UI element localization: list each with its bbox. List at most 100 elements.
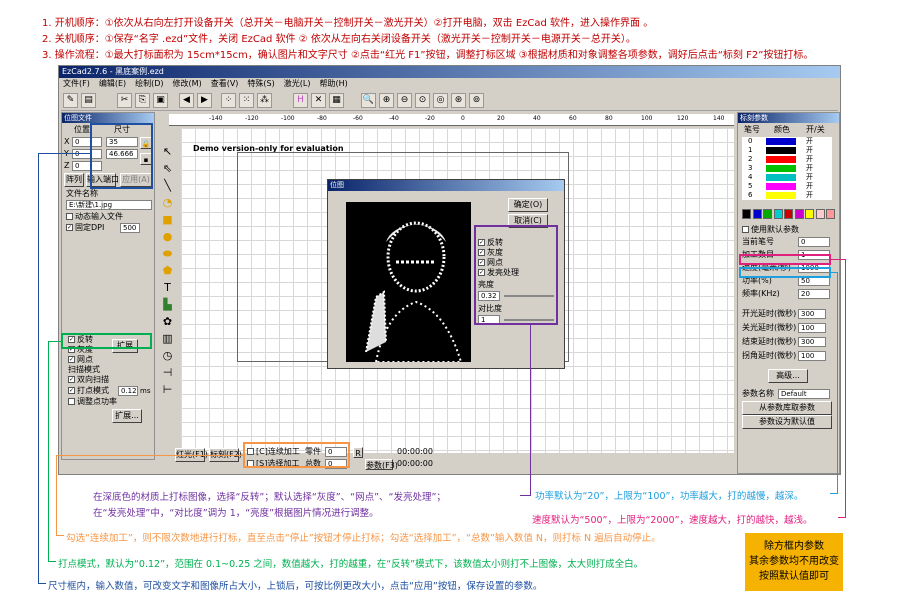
barcode-icon[interactable]: ▥: [160, 331, 175, 346]
dither-check[interactable]: ✓ 网点: [68, 355, 93, 365]
menu-0[interactable]: 文件(F): [63, 79, 90, 88]
grid-icon[interactable]: ⁂: [257, 93, 272, 108]
advanced-button[interactable]: 高级...: [768, 369, 808, 383]
zoom-all-icon[interactable]: ◎: [433, 93, 448, 108]
menu-7[interactable]: 帮助(H): [319, 79, 347, 88]
speed-callout: 速度默认为“500”，上限为“2000”，速度越大，打的越快，越浅。: [532, 515, 813, 526]
timer-icon[interactable]: ◷: [160, 348, 175, 363]
power-callout: 功率默认为“20”，上限为“100”，功率越大，打的越慢，越深。: [535, 491, 804, 502]
palette-swatch[interactable]: [773, 209, 783, 219]
pen-row[interactable]: 0开: [742, 137, 832, 146]
zoom-fit-icon[interactable]: ⊙: [415, 93, 430, 108]
nav-forward-icon[interactable]: ▶: [197, 93, 212, 108]
zoom-icon[interactable]: 🔍: [361, 93, 376, 108]
pen-row[interactable]: 2开: [742, 155, 832, 164]
paste-icon[interactable]: ▣: [153, 93, 168, 108]
text-icon[interactable]: T: [160, 280, 175, 295]
copy-icon[interactable]: ⎘: [135, 93, 150, 108]
off-delay-input[interactable]: 100: [798, 323, 826, 333]
zoom-in-icon[interactable]: ⊕: [379, 93, 394, 108]
pen-row[interactable]: 6开: [742, 191, 832, 200]
palette-swatch[interactable]: [784, 209, 793, 219]
palette-swatch[interactable]: [794, 209, 804, 219]
input-icon[interactable]: ⊣: [160, 365, 175, 380]
menu-1[interactable]: 编辑(E): [99, 79, 126, 88]
array-tab[interactable]: 阵列: [64, 173, 84, 187]
dot-value-input[interactable]: 0.12: [118, 386, 138, 396]
dot-mode-check[interactable]: ✓ 打点模式: [68, 386, 109, 396]
pen-row[interactable]: 4开: [742, 173, 832, 182]
zoom-page-icon[interactable]: ⊚: [469, 93, 484, 108]
palette-swatch[interactable]: [815, 209, 825, 219]
set-default-button[interactable]: 参数设为默认值: [742, 415, 832, 429]
calc-icon[interactable]: ▦: [329, 93, 344, 108]
pen-state: 开: [806, 164, 813, 172]
color-palette[interactable]: [742, 209, 836, 221]
menu-5[interactable]: 特殊(S): [247, 79, 274, 88]
size-connector-bot: [38, 583, 46, 584]
dpi-input[interactable]: 500: [120, 223, 140, 233]
select-icon[interactable]: ⁘: [221, 93, 236, 108]
output-icon[interactable]: ⊢: [160, 382, 175, 397]
tool-icon[interactable]: ✕: [311, 93, 326, 108]
rect-icon[interactable]: ■: [160, 212, 175, 227]
cut-icon[interactable]: ✂: [117, 93, 132, 108]
ruler-mark: -60: [353, 115, 363, 122]
menu-4[interactable]: 查看(V): [211, 79, 239, 88]
pen-no: 6: [748, 191, 753, 199]
curve-icon[interactable]: ◔: [160, 195, 175, 210]
circle-icon[interactable]: ●: [160, 229, 175, 244]
vector-icon[interactable]: ✿: [160, 314, 175, 329]
param-name-input[interactable]: Default: [778, 389, 830, 399]
palette-swatch[interactable]: [752, 209, 762, 219]
pen-row[interactable]: 1开: [742, 146, 832, 155]
line-icon[interactable]: ╲: [160, 178, 175, 193]
color-col: 颜色: [774, 125, 790, 134]
ruler-mark: -120: [245, 115, 259, 122]
zoom-sel-icon[interactable]: ⊛: [451, 93, 466, 108]
bitmap-icon[interactable]: ▙: [160, 297, 175, 312]
node-edit-icon[interactable]: ⇖: [160, 161, 175, 176]
param-button[interactable]: 参数(F3): [365, 459, 398, 470]
from-lib-button[interactable]: 从参数库取参数: [742, 401, 832, 415]
zoom-out-icon[interactable]: ⊖: [397, 93, 412, 108]
menu-6[interactable]: 激光(L): [284, 79, 311, 88]
palette-swatch[interactable]: [742, 209, 751, 219]
file-path-field[interactable]: E:\新建\1.jpg: [66, 200, 152, 210]
bidir-check[interactable]: ✓ 双向扫描: [68, 375, 109, 385]
ellipse-icon[interactable]: ⬬: [160, 246, 175, 261]
pen-list[interactable]: 0开1开2开3开4开5开6开: [742, 137, 832, 200]
pointer-icon[interactable]: ↖: [160, 144, 175, 159]
palette-swatch[interactable]: [763, 209, 772, 219]
palette-swatch[interactable]: [826, 209, 835, 219]
dynamic-input-check[interactable]: 动态输入文件: [66, 212, 123, 222]
pen-color: [766, 192, 796, 199]
on-delay-input[interactable]: 300: [798, 309, 826, 319]
nav-back-icon[interactable]: ◀: [179, 93, 194, 108]
size-connector-top: [38, 153, 90, 154]
freq-input[interactable]: 20: [798, 289, 830, 299]
menu-3[interactable]: 修改(M): [173, 79, 202, 88]
ok-button[interactable]: 确定(O): [508, 198, 548, 212]
open-icon[interactable]: ✎: [63, 93, 78, 108]
end-delay-input[interactable]: 300: [798, 337, 826, 347]
save-icon[interactable]: ▤: [81, 93, 96, 108]
use-default-check[interactable]: 使用默认参数: [742, 225, 799, 235]
pen-row[interactable]: 3开: [742, 164, 832, 173]
menu-2[interactable]: 绘制(D): [135, 79, 163, 88]
h-icon[interactable]: H: [293, 93, 308, 108]
node-icon[interactable]: ⁙: [239, 93, 254, 108]
palette-swatch[interactable]: [805, 209, 814, 219]
pen-row[interactable]: 5开: [742, 182, 832, 191]
cur-pen-input[interactable]: 0: [798, 237, 830, 247]
reset-button[interactable]: R: [353, 447, 363, 458]
expand2-button[interactable]: 扩展...: [112, 409, 142, 423]
fixed-dpi-check[interactable]: ✓ 固定DPI: [66, 223, 104, 233]
corner-delay-input[interactable]: 100: [798, 351, 826, 361]
polygon-icon[interactable]: ⬟: [160, 263, 175, 278]
instruction-2: 2. 关机顺序：①保存“名字 .ezd”文件，关闭 EzCad 软件 ② 依次从…: [42, 34, 636, 45]
adjust-power-check[interactable]: 调整点功率: [68, 397, 117, 407]
y-label: Y: [64, 149, 69, 158]
z-label: Z: [64, 161, 70, 170]
speed-connector-v: [845, 259, 846, 517]
